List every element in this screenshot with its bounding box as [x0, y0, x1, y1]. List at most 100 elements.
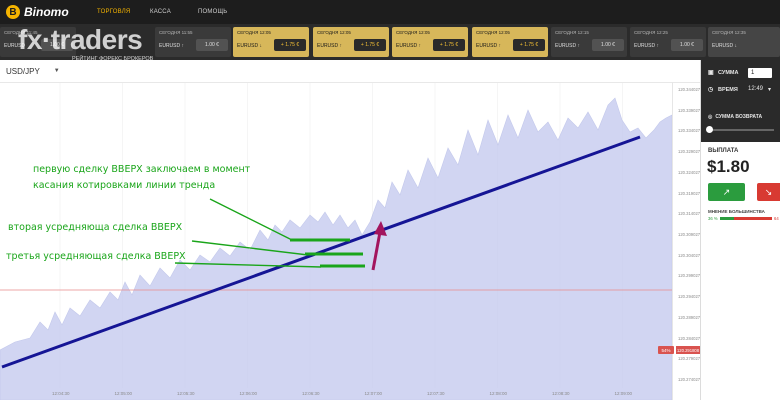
- nav-trading[interactable]: ТОРГОВЛЯ: [97, 0, 130, 24]
- time-tick-label: 12:07:00: [364, 391, 383, 396]
- tab-asset: EURUSD ↑: [555, 43, 581, 49]
- tab-asset: EURUSD ↑: [317, 43, 343, 49]
- price-tick-label: 120.344027: [678, 87, 701, 92]
- put-down-button[interactable]: ↘: [757, 183, 780, 201]
- time-row: ◷ ВРЕМЯ: [708, 87, 738, 93]
- tab-asset: EURUSD: [4, 43, 26, 49]
- tab-time: СЕГОДНЯ 12:35: [712, 30, 746, 35]
- annotation-first-deal-line1: первую сделку ВВЕРХ заключаем в момент: [33, 164, 251, 175]
- time-tick-label: 12:06:30: [302, 391, 320, 396]
- tab-time: СЕГОДНЯ 12:05: [396, 30, 430, 35]
- asset-tab[interactable]: СЕГОДНЯ 12:05 EURUSD ↑ + 1.75 €: [392, 27, 468, 57]
- percent-badge: 54%: [658, 346, 674, 354]
- nav-help[interactable]: ПОМОЩЬ: [198, 0, 227, 24]
- asset-tab[interactable]: СЕГОДНЯ 11:45 EURUSD 1.00 €: [0, 27, 76, 57]
- tab-asset: EURUSD ↑: [396, 43, 422, 49]
- asset-tab[interactable]: СЕГОДНЯ 12:15 EURUSD ↑ 1.00 €: [551, 27, 627, 57]
- price-area: [0, 97, 673, 400]
- payout-value: $1.80: [707, 157, 750, 176]
- price-tick-label: 120.294027: [678, 294, 701, 300]
- price-tick-label: 120.314027: [678, 211, 701, 217]
- tab-time: СЕГОДНЯ 12:05: [317, 30, 351, 35]
- return-slider-track[interactable]: [708, 129, 774, 131]
- annotation-first-deal-line2: касания котировками линии тренда: [33, 180, 216, 191]
- asset-tabs-row: СЕГОДНЯ 11:45 EURUSD 1.00 € СЕГОДНЯ 11:5…: [0, 24, 780, 60]
- tab-time: СЕГОДНЯ 11:55: [159, 30, 193, 35]
- panel-divider: [700, 60, 701, 400]
- asset-tab[interactable]: СЕГОДНЯ 12:35 EURUSD ↓: [708, 27, 780, 57]
- asset-tab[interactable]: СЕГОДНЯ 12:05 EURUSD ↓ + 1.75 €: [233, 27, 309, 57]
- tab-amount: 1.00 €: [196, 39, 228, 51]
- call-up-button[interactable]: ↗: [708, 183, 745, 201]
- annotation-third-deal: третья усредняющая сделка ВВЕРХ: [6, 251, 186, 262]
- logo-text: Binomo: [24, 5, 69, 19]
- chart-up-icon: ↗: [722, 186, 731, 197]
- price-tick-label: 120.284027: [678, 335, 701, 341]
- majority-down-percent: 64: [774, 216, 779, 221]
- tab-asset: EURUSD ↓: [712, 43, 738, 49]
- tab-amount: + 1.75 €: [433, 39, 465, 51]
- asset-tab[interactable]: СЕГОДНЯ 12:05 EURUSD ↑ + 1.75 €: [472, 27, 548, 57]
- tab-time: СЕГОДНЯ 12:05: [476, 30, 510, 35]
- expiry-time-select[interactable]: 12:49: [748, 86, 763, 92]
- time-label: ВРЕМЯ: [718, 87, 738, 93]
- binomo-logo[interactable]: B Binomo: [6, 3, 69, 21]
- tab-time: СЕГОДНЯ 12:25: [634, 30, 668, 35]
- trade-settings-box: ▣ СУММА 1 ◷ ВРЕМЯ 12:49 ▾ ◎ СУММА ВОЗВРА…: [700, 60, 780, 142]
- tab-asset: EURUSD ↑: [634, 43, 660, 49]
- tab-asset: EURUSD ↑: [476, 43, 502, 49]
- asset-tab[interactable]: СЕГОДНЯ 12:25 EURUSD ↑ 1.00 €: [630, 27, 706, 57]
- tab-amount: + 1.75 €: [513, 39, 545, 51]
- return-slider-knob[interactable]: [706, 126, 713, 133]
- tab-amount: 1.00 €: [41, 39, 73, 51]
- refund-icon: ◎: [708, 114, 713, 120]
- price-tick-label: 120.324027: [678, 169, 701, 175]
- price-tick-label: 120.299027: [678, 273, 701, 279]
- pointer-line-1: [209, 198, 293, 241]
- return-amount-label: СУММА ВОЗВРАТА: [715, 114, 763, 120]
- return-amount-row: ◎ СУММА ВОЗВРАТА: [708, 114, 762, 120]
- tab-amount: + 1.75 €: [354, 39, 386, 51]
- asset-tab[interactable]: СЕГОДНЯ 11:55 EURUSD ↑ 1.00 €: [155, 27, 231, 57]
- chart-area[interactable]: USD/JPY ▼ первую сделку ВВЕРХ заключаем …: [0, 60, 700, 400]
- logo-mark-icon: B: [6, 5, 20, 19]
- chevron-down-icon[interactable]: ▾: [768, 86, 771, 93]
- current-price-tag: 120.291808: [676, 346, 700, 354]
- nav-cashier[interactable]: КАССА: [150, 0, 171, 24]
- price-tick-label: 120.289027: [678, 314, 701, 320]
- time-tick-label: 12:04:30: [52, 391, 70, 396]
- majority-up-percent: 36 %: [708, 216, 718, 221]
- time-tick-label: 12:05:00: [114, 391, 133, 396]
- tab-time: СЕГОДНЯ 12:15: [555, 30, 589, 35]
- time-tick-label: 12:05:30: [177, 391, 195, 396]
- chart-down-icon: ↘: [764, 186, 773, 197]
- trade-panel: ▣ СУММА 1 ◷ ВРЕМЯ 12:49 ▾ ◎ СУММА ВОЗВРА…: [700, 60, 780, 400]
- tab-time: СЕГОДНЯ 11:45: [4, 30, 38, 35]
- tab-time: СЕГОДНЯ 12:05: [237, 30, 271, 35]
- time-tick-label: 12:07:30: [427, 391, 445, 396]
- tab-amount: 1.00 €: [671, 39, 703, 51]
- tab-asset: EURUSD ↓: [237, 43, 263, 49]
- clock-icon: ◷: [708, 87, 714, 93]
- payout-label: ВЫПЛАТА: [708, 148, 739, 154]
- price-tick-label: 120.339027: [678, 107, 701, 113]
- price-tick-label: 120.329027: [678, 149, 701, 155]
- price-tick-label: 120.304027: [678, 252, 701, 258]
- price-tick-label: 120.319027: [678, 190, 701, 196]
- price-tick-label: 120.334027: [678, 128, 701, 134]
- tab-asset: EURUSD ↑: [159, 43, 185, 49]
- time-tick-label: 12:08:00: [489, 391, 508, 396]
- time-tick-label: 12:08:30: [552, 391, 570, 396]
- majority-down-bar: [734, 217, 772, 220]
- price-tick-label: 120.279027: [678, 356, 701, 362]
- time-tick-label: 12:06:00: [239, 391, 258, 396]
- tab-amount: 1.00 €: [592, 39, 624, 51]
- amount-input[interactable]: 1: [748, 68, 772, 78]
- price-tick-label: 120.274027: [678, 377, 701, 382]
- asset-tab[interactable]: СЕГОДНЯ 12:05 EURUSD ↑ + 1.75 €: [313, 27, 389, 57]
- price-tick-label: 120.309027: [678, 232, 701, 237]
- top-navigation-bar: B Binomo ТОРГОВЛЯ КАССА ПОМОЩЬ: [0, 0, 780, 24]
- majority-up-bar: [720, 217, 734, 220]
- amount-row: ▣ СУММА: [708, 70, 738, 76]
- tab-amount: + 1.75 €: [274, 39, 306, 51]
